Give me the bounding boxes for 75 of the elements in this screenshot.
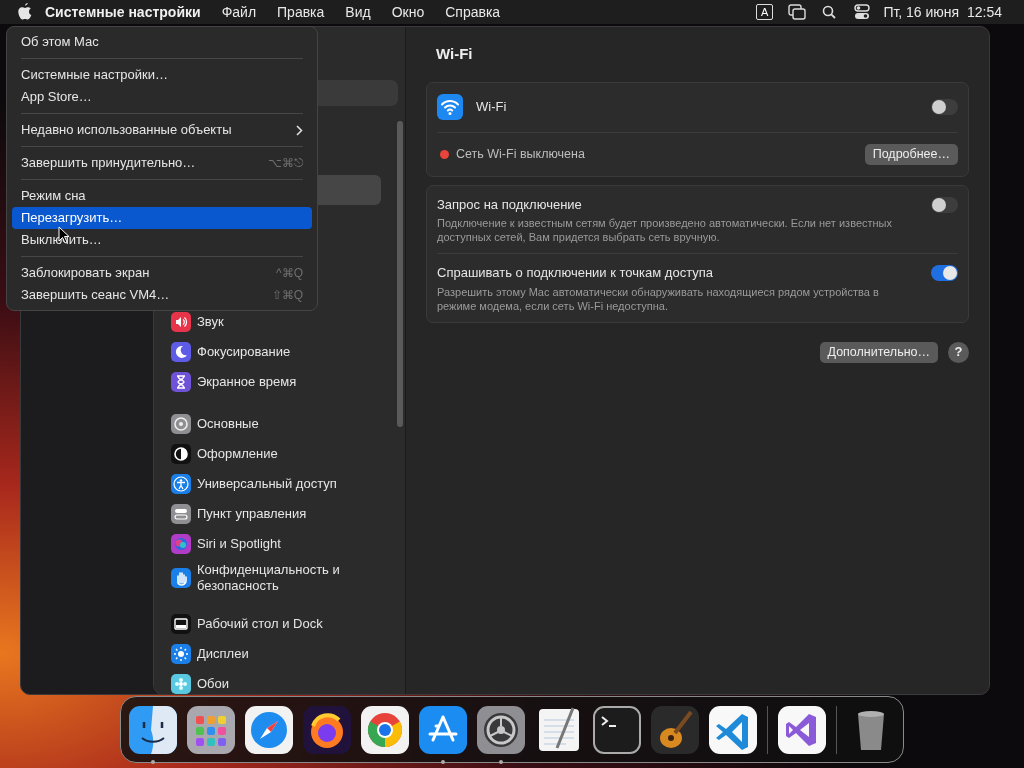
settings-category-icon bbox=[171, 674, 191, 694]
menu-item[interactable]: Об этом Mac bbox=[12, 31, 312, 53]
toggle-switch[interactable] bbox=[931, 99, 958, 115]
sidebar-item[interactable]: Звук bbox=[197, 311, 224, 333]
menu-item[interactable]: Завершить принудительно… ⌥⌘⎋ bbox=[12, 152, 312, 174]
terminal-prompt-icon[interactable] bbox=[593, 705, 641, 754]
sidebar-item[interactable]: Siri и Spotlight bbox=[197, 533, 281, 555]
settings-category-icon bbox=[171, 644, 191, 664]
menu-bar-item[interactable]: Окно bbox=[391, 1, 425, 23]
menu-item[interactable]: Режим сна bbox=[12, 185, 312, 207]
option-title: Запрос на подключение bbox=[437, 195, 583, 214]
finder-face-icon[interactable] bbox=[129, 705, 177, 754]
app-grid-icon[interactable] bbox=[187, 705, 235, 754]
menu-item[interactable]: App Store… bbox=[12, 86, 312, 108]
search-icon[interactable] bbox=[822, 5, 837, 19]
clock[interactable]: Пт, 16 июня 12:54 bbox=[883, 1, 1002, 23]
sidebar-item[interactable]: Пункт управления bbox=[197, 503, 307, 525]
input-source-indicator[interactable]: A bbox=[756, 4, 774, 20]
ide-logo-icon[interactable] bbox=[778, 705, 826, 754]
sidebar-item[interactable]: Экранное время bbox=[197, 371, 297, 393]
wifi-icon bbox=[437, 94, 463, 120]
settings-category-icon bbox=[171, 474, 191, 494]
sidebar-item[interactable]: Фокусирование bbox=[197, 341, 291, 363]
app-store-a-icon[interactable] bbox=[419, 705, 467, 754]
sidebar-item[interactable]: Конфиденциальность и безопасность bbox=[197, 559, 397, 597]
settings-category-icon bbox=[171, 342, 191, 362]
menu-bar-item[interactable]: Справка bbox=[445, 1, 501, 23]
option-description: Разрешить этому Mac автоматически обнаруживать находящиеся рядом устройства в режиме модема, если сеть Wi-Fi недоступна. bbox=[437, 284, 880, 313]
overlapping-windows-icon[interactable] bbox=[788, 4, 807, 20]
settings-category-icon bbox=[171, 414, 191, 434]
guitar-icon[interactable] bbox=[651, 705, 699, 754]
apple-logo-icon[interactable] bbox=[17, 3, 33, 21]
toggle-switch[interactable] bbox=[931, 196, 958, 213]
sidebar-item[interactable]: Оформление bbox=[197, 443, 278, 465]
shortcut-label: ⌥⌘⎋ bbox=[268, 155, 303, 172]
option-description: Подключение к известным сетям будет произведено автоматически. Если нет известных доступных сетей, Вам придется выбрать сеть вручную. bbox=[437, 216, 893, 244]
shortcut-label: ⇧⌘Q bbox=[271, 287, 303, 304]
control-center-icon[interactable] bbox=[854, 4, 871, 20]
settings-category-icon bbox=[171, 372, 191, 392]
compass-icon[interactable] bbox=[245, 705, 293, 754]
advanced-button[interactable]: Дополнительно… bbox=[819, 341, 938, 363]
settings-category-icon bbox=[171, 568, 191, 588]
sidebar-item[interactable]: Основные bbox=[197, 413, 259, 435]
option-title: Спрашивать о подключении к точкам доступа bbox=[437, 264, 714, 282]
sidebar-item[interactable]: Дисплеи bbox=[197, 643, 249, 665]
fox-globe-icon[interactable] bbox=[303, 705, 351, 754]
menu-item[interactable]: Заблокировать экран ^⌘Q bbox=[12, 262, 312, 284]
wifi-status: Сеть Wi-Fi выключена bbox=[456, 145, 586, 163]
scrollbar-thumb[interactable] bbox=[397, 121, 403, 427]
menu-bar-item[interactable]: Правка bbox=[277, 1, 325, 23]
shortcut-label: ^⌘Q bbox=[276, 265, 303, 282]
menu-item[interactable]: Системные настройки… bbox=[12, 64, 312, 86]
gear-icon[interactable] bbox=[477, 705, 525, 754]
settings-category-icon bbox=[171, 504, 191, 524]
menu-bar-item[interactable]: Файл bbox=[221, 1, 257, 23]
menu-item[interactable]: Выключить… bbox=[12, 229, 312, 251]
menu-item[interactable]: Перезагрузить… bbox=[12, 207, 312, 229]
settings-category-icon bbox=[171, 312, 191, 332]
sidebar-item[interactable]: Рабочий стол и Dock bbox=[197, 613, 323, 635]
help-button[interactable]: ? bbox=[948, 341, 969, 363]
sidebar-item[interactable]: Обои bbox=[197, 673, 230, 694]
app-menu[interactable]: Системные настройки bbox=[45, 1, 201, 23]
toggle-switch[interactable] bbox=[931, 265, 958, 281]
menu-item[interactable]: Недавно использованные объекты bbox=[12, 119, 312, 141]
code-editor-icon[interactable] bbox=[709, 705, 757, 754]
round-browser-icon[interactable] bbox=[361, 705, 409, 754]
settings-category-icon bbox=[171, 614, 191, 634]
details-button[interactable]: Подробнее… bbox=[864, 143, 958, 165]
menu-item[interactable]: Завершить сеанс VM4… ⇧⌘Q bbox=[12, 284, 312, 306]
menu-bar-item[interactable]: Вид bbox=[345, 1, 371, 23]
pane-title: Wi-Fi bbox=[436, 44, 474, 64]
sidebar-item[interactable]: Универсальный доступ bbox=[197, 473, 337, 495]
wifi-label: Wi-Fi bbox=[476, 98, 508, 117]
settings-category-icon bbox=[171, 444, 191, 464]
settings-category-icon bbox=[171, 534, 191, 554]
